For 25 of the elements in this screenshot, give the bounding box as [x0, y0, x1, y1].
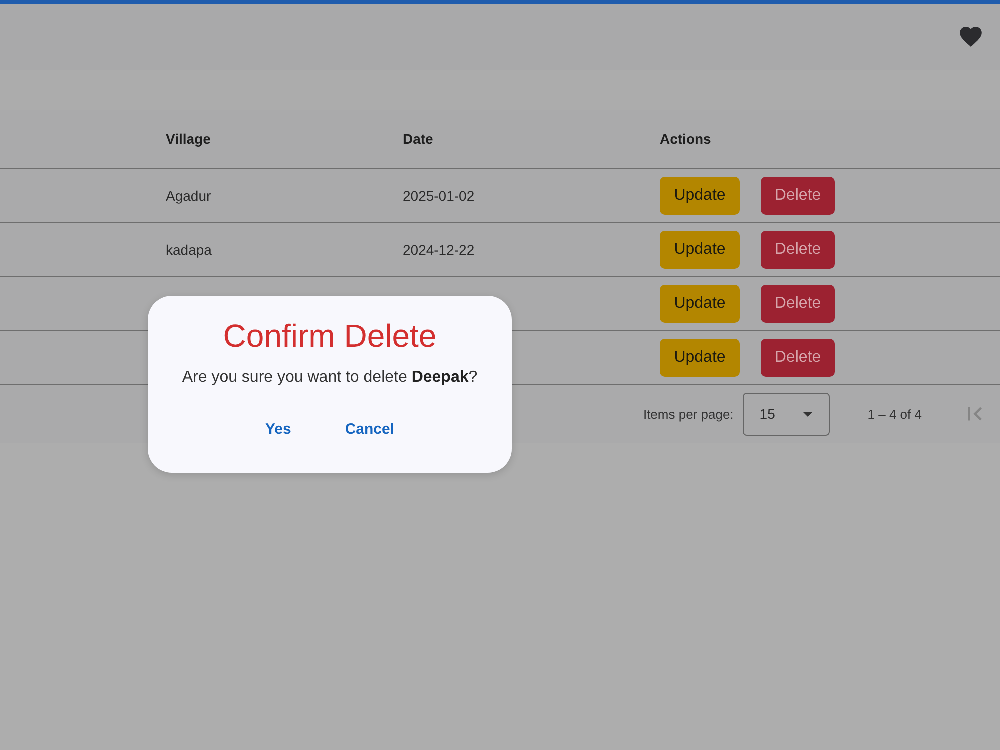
cancel-button[interactable]: Cancel: [337, 413, 403, 446]
update-button[interactable]: Update: [660, 338, 740, 376]
update-button[interactable]: Update: [660, 176, 740, 214]
date-cell: 2025-01-02: [403, 188, 475, 204]
column-header: Village: [166, 131, 211, 147]
first-page-icon: [968, 407, 982, 421]
items-per-page-label: Items per page:: [643, 406, 734, 422]
page-size-select[interactable]: 15: [742, 392, 830, 436]
dialog-title: Confirm Delete: [223, 317, 437, 355]
village-cell: kadapa: [166, 242, 212, 258]
update-button[interactable]: Update: [660, 284, 740, 322]
delete-button[interactable]: Delete: [761, 338, 835, 376]
yes-button[interactable]: Yes: [257, 413, 300, 446]
delete-button[interactable]: Delete: [761, 176, 835, 214]
heart-icon: [960, 27, 982, 47]
update-button[interactable]: Update: [660, 230, 740, 268]
column-header: Actions: [660, 131, 712, 147]
column-header: Date: [403, 131, 434, 147]
dialog-message: Are you sure you want to delete Deepak?: [182, 368, 478, 388]
delete-button[interactable]: Delete: [761, 230, 835, 268]
delete-button[interactable]: Delete: [761, 284, 835, 322]
caret-icon: [802, 412, 813, 416]
date-cell: 2024-12-22: [403, 242, 475, 258]
page-range-label: 1 – 4 of 4: [868, 406, 922, 422]
village-cell: Agadur: [166, 188, 212, 204]
